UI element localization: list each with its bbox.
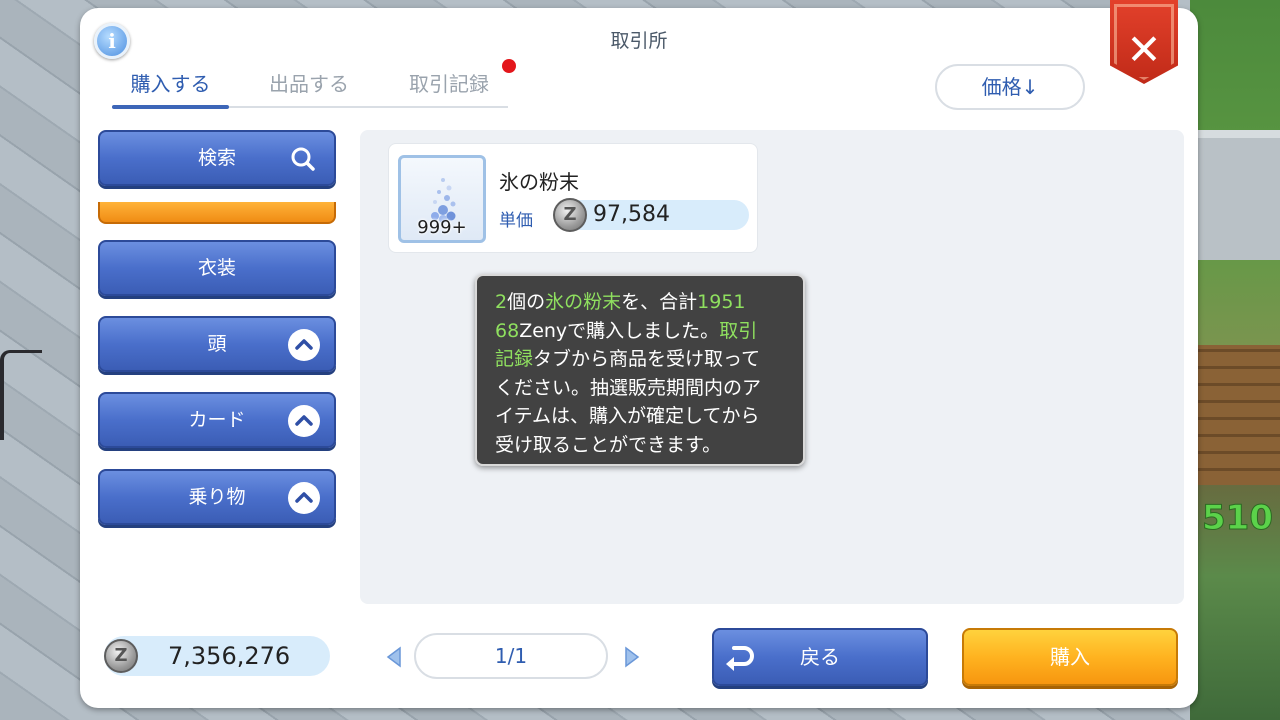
item-icon: 999+ — [398, 155, 486, 243]
category-label: 衣装 — [197, 257, 236, 279]
return-arrow-icon — [726, 646, 754, 671]
category-label: 乗り物 — [188, 486, 246, 508]
category-card[interactable]: カード — [98, 392, 336, 448]
category-sidebar: 検索 衣装 頭 カード 乗り物 — [98, 130, 338, 530]
item-listing-card[interactable]: 999+ 氷の粉末 単価 Z 97,584 — [388, 143, 758, 253]
background-figure — [0, 350, 42, 440]
search-icon — [291, 147, 315, 171]
zeny-coin-icon: Z — [553, 198, 587, 232]
toast-line: 68Zenyで購入しました。取引 — [495, 319, 758, 342]
tab-bar: 購入する 出品する 取引記録 — [112, 68, 508, 109]
unit-price-label: 単価 — [499, 211, 533, 231]
toast-line: イテムは、購入が確定してから — [495, 405, 760, 427]
page-indicator: 1/1 — [414, 633, 608, 679]
category-head[interactable]: 頭 — [98, 316, 336, 372]
item-name: 氷の粉末 — [499, 170, 579, 194]
game-background-right: 510 — [1190, 0, 1280, 720]
category-label: 頭 — [207, 333, 227, 355]
chevron-up-icon — [288, 482, 320, 514]
toast-line: 記録タブから商品を受け取って — [495, 348, 761, 370]
notification-dot — [502, 59, 516, 73]
background-wood — [1190, 345, 1280, 485]
background-stone — [1190, 130, 1280, 260]
purchase-toast: 2個の氷の粉末を、合計1951 68Zenyで購入しました。取引 記録タブから商… — [475, 274, 805, 466]
close-icon: ✕ — [1126, 25, 1162, 74]
sort-price-button[interactable]: 価格↓ — [935, 64, 1085, 110]
search-button-label: 検索 — [197, 147, 236, 169]
item-quantity: 999+ — [417, 217, 467, 238]
back-button[interactable]: 戻る — [712, 628, 928, 686]
tab-sell[interactable]: 出品する — [259, 68, 359, 106]
background-damage-number: 510 — [1202, 498, 1274, 539]
exchange-panel: i 取引所 ✕ 購入する 出品する 取引記録 価格↓ 検索 衣装 頭 カード 乗… — [80, 0, 1198, 708]
chevron-up-icon — [288, 329, 320, 361]
buy-button-label: 購入 — [1050, 645, 1090, 669]
prev-page-icon[interactable] — [384, 646, 404, 668]
category-mount[interactable]: 乗り物 — [98, 469, 336, 525]
tab-history[interactable]: 取引記録 — [399, 68, 499, 106]
toast-line: ください。抽選販売期間内のア — [495, 376, 762, 399]
close-button[interactable]: ✕ — [1110, 0, 1178, 84]
buy-button[interactable]: 購入 — [962, 628, 1178, 686]
window-title: 取引所 — [610, 30, 668, 52]
search-button[interactable]: 検索 — [98, 130, 336, 186]
toast-line: 受け取ることができます。 — [495, 433, 722, 456]
zeny-coin-icon: Z — [104, 639, 138, 673]
category-label: カード — [188, 409, 246, 431]
back-button-label: 戻る — [800, 645, 840, 669]
category-selected-strip[interactable] — [98, 202, 336, 224]
toast-line: 2個の氷の粉末を、合計1951 — [495, 291, 746, 313]
next-page-icon[interactable] — [622, 646, 642, 668]
zeny-balance-value: 7,356,276 — [168, 642, 291, 670]
unit-price-value: 97,584 — [593, 202, 670, 227]
chevron-up-icon — [288, 405, 320, 437]
category-costume[interactable]: 衣装 — [98, 240, 336, 296]
tab-buy[interactable]: 購入する — [112, 68, 229, 109]
